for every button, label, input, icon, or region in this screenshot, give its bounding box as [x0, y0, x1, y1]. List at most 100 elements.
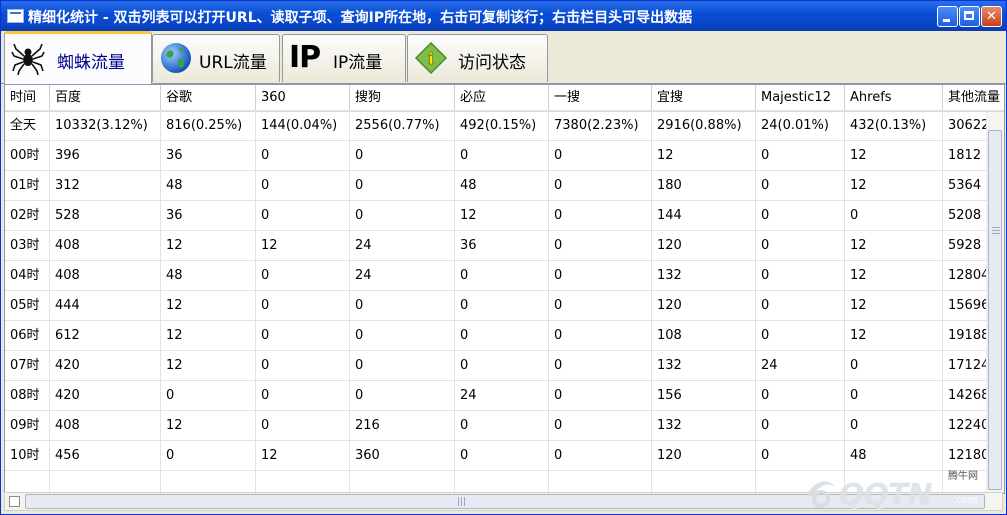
table-cell: 0 — [256, 351, 350, 381]
tab-label: URL流量 — [199, 53, 267, 73]
table-row[interactable]: 10时 456 0 12 360 0 0 120 0 48 12180 — [5, 441, 1004, 471]
stats-table[interactable]: 时间 百度 谷歌 360 搜狗 必应 一搜 宜搜 Majestic12 Ahrefs 其他流量 全天… — [4, 84, 1005, 494]
table-cell: 48 — [161, 171, 256, 201]
table-cell: 0 — [756, 231, 845, 261]
table-cell: 10时 — [5, 441, 50, 471]
table-cell: 432(0.13%) — [845, 111, 943, 141]
info-glyph: i — [428, 49, 434, 68]
empty-cell — [652, 471, 756, 493]
column-header[interactable]: Majestic12 — [756, 85, 845, 111]
table-row[interactable]: 06时 612 12 0 0 0 0 108 0 12 19188 — [5, 321, 1004, 351]
table-cell: 120 — [652, 291, 756, 321]
column-header[interactable]: 百度 — [50, 85, 161, 111]
table-row[interactable]: 09时 408 12 0 216 0 0 132 0 0 12240 — [5, 411, 1004, 441]
table-cell: 12 — [845, 171, 943, 201]
table-cell: 36 — [455, 231, 549, 261]
empty-row — [5, 471, 1004, 493]
column-header[interactable]: 一搜 — [549, 85, 652, 111]
hscroll-left-box[interactable] — [9, 496, 20, 507]
table-cell: 0 — [549, 321, 652, 351]
horizontal-scrollbar[interactable] — [4, 492, 1003, 511]
table-cell: 0 — [549, 381, 652, 411]
info-diamond-icon: i — [414, 41, 448, 75]
window-title: 精细化统计 - 双击列表可以打开URL、读取子项、查询IP所在地，右击可复制该行… — [28, 10, 693, 26]
tab-access-status[interactable]: i 访问状态 — [407, 34, 548, 82]
table-cell: 492(0.15%) — [455, 111, 549, 141]
table-cell: 0 — [455, 261, 549, 291]
empty-cell — [756, 471, 845, 493]
table-cell: 456 — [50, 441, 161, 471]
thumb-grip — [992, 233, 1000, 234]
column-header[interactable]: 谷歌 — [161, 85, 256, 111]
table-cell: 2916(0.88%) — [652, 111, 756, 141]
table-cell: 0 — [256, 291, 350, 321]
table-cell: 0 — [350, 381, 455, 411]
table-row[interactable]: 04时 408 48 0 24 0 0 132 0 12 12804 — [5, 261, 1004, 291]
table-cell: 120 — [652, 441, 756, 471]
table-cell: 0 — [161, 381, 256, 411]
tab-url-traffic[interactable]: URL流量 — [152, 34, 280, 82]
table-cell: 07时 — [5, 351, 50, 381]
vertical-scrollbar[interactable] — [986, 112, 1004, 492]
table-header[interactable]: 时间 百度 谷歌 360 搜狗 必应 一搜 宜搜 Majestic12 Ahrefs 其他流量 — [5, 85, 1004, 112]
table-cell: 0 — [549, 411, 652, 441]
table-cell: 0 — [549, 231, 652, 261]
table-cell: 144 — [652, 201, 756, 231]
table-cell: 12 — [845, 291, 943, 321]
table-row[interactable]: 01时 312 48 0 0 48 0 180 0 12 5364 — [5, 171, 1004, 201]
table-cell: 444 — [50, 291, 161, 321]
table-cell: 7380(2.23%) — [549, 111, 652, 141]
ip-icon: IP — [289, 40, 321, 75]
table-row[interactable]: 03时 408 12 12 24 36 0 120 0 12 5928 — [5, 231, 1004, 261]
empty-cell — [161, 471, 256, 493]
table-cell: 0 — [350, 171, 455, 201]
table-cell: 132 — [652, 261, 756, 291]
horizontal-scroll-thumb[interactable] — [25, 494, 985, 509]
column-header[interactable]: 宜搜 — [652, 85, 756, 111]
window-icon — [7, 9, 24, 23]
table-cell: 12 — [161, 291, 256, 321]
table-cell: 0 — [845, 381, 943, 411]
column-header[interactable]: 360 — [256, 85, 350, 111]
table-cell: 12 — [161, 351, 256, 381]
maximize-button[interactable] — [959, 6, 980, 27]
table-cell: 312 — [50, 171, 161, 201]
tab-spider-traffic[interactable]: 蜘蛛流量 — [4, 31, 152, 84]
title-bar[interactable]: 精细化统计 - 双击列表可以打开URL、读取子项、查询IP所在地，右击可复制该行… — [1, 1, 1006, 31]
table-row[interactable]: 08时 420 0 0 0 24 0 156 0 0 14268 — [5, 381, 1004, 411]
table-cell: 180 — [652, 171, 756, 201]
column-header[interactable]: Ahrefs — [845, 85, 943, 111]
thumb-grip — [461, 497, 462, 506]
column-header[interactable]: 必应 — [455, 85, 549, 111]
table-row[interactable]: 07时 420 12 0 0 0 0 132 24 0 17124 — [5, 351, 1004, 381]
table-cell: 0 — [756, 381, 845, 411]
thumb-grip — [458, 497, 459, 506]
thumb-grip — [464, 497, 465, 506]
table-cell: 408 — [50, 231, 161, 261]
table-row[interactable]: 05时 444 12 0 0 0 0 120 0 12 15696 — [5, 291, 1004, 321]
table-cell: 24(0.01%) — [756, 111, 845, 141]
table-cell: 360 — [350, 441, 455, 471]
table-row[interactable]: 00时 396 36 0 0 0 0 12 0 12 1812 — [5, 141, 1004, 171]
empty-cell — [350, 471, 455, 493]
column-header[interactable]: 搜狗 — [350, 85, 455, 111]
minimize-button[interactable] — [937, 6, 958, 27]
table-cell: 0 — [549, 351, 652, 381]
table-cell: 12 — [161, 411, 256, 441]
table-cell: 24 — [756, 351, 845, 381]
table-cell: 0 — [549, 261, 652, 291]
tab-ip-traffic[interactable]: IP IP流量 — [282, 34, 406, 82]
table-cell: 0 — [350, 201, 455, 231]
table-cell: 612 — [50, 321, 161, 351]
table-cell: 全天 — [5, 111, 50, 141]
table-cell: 12 — [845, 321, 943, 351]
column-header[interactable]: 时间 — [5, 85, 50, 111]
column-header[interactable]: 其他流量 — [943, 85, 1004, 111]
table-row[interactable]: 02时 528 36 0 0 12 0 144 0 0 5208 — [5, 201, 1004, 231]
table-cell: 12 — [256, 231, 350, 261]
vertical-scroll-thumb[interactable] — [988, 130, 1002, 490]
close-button[interactable]: ✕ — [981, 6, 1002, 27]
table-cell: 36 — [161, 201, 256, 231]
table-cell: 01时 — [5, 171, 50, 201]
table-row[interactable]: 全天 10332(3.12%) 816(0.25%) 144(0.04%) 2556(0… — [5, 111, 1004, 141]
